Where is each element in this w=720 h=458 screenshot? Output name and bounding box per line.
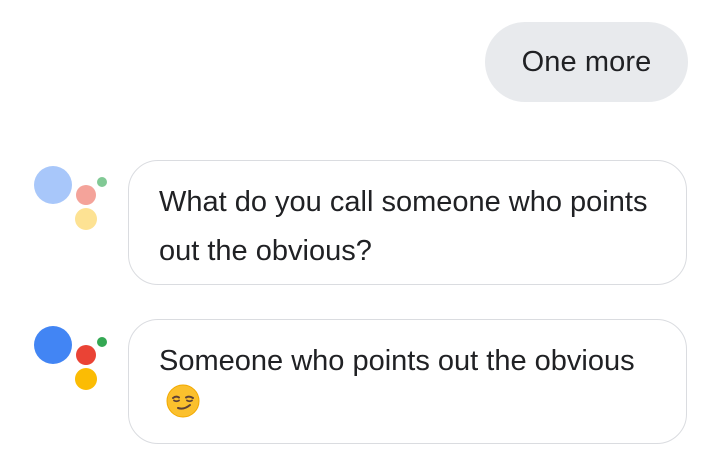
assistant-blue-dot — [34, 326, 72, 364]
assistant-blue-dot — [34, 166, 72, 204]
google-assistant-icon — [28, 160, 108, 240]
assistant-message-text: Someone who points out the obvious — [159, 345, 635, 377]
assistant-red-dot — [76, 185, 96, 205]
assistant-message-bubble: What do you call someone who points out … — [128, 160, 687, 285]
assistant-red-dot — [76, 345, 96, 365]
google-assistant-icon — [28, 320, 108, 400]
user-message-text: One more — [521, 45, 652, 78]
assistant-green-dot — [97, 177, 107, 187]
assistant-yellow-dot — [75, 368, 97, 390]
assistant-message-bubble: Someone who points out the obvious — [128, 319, 687, 444]
user-message-bubble: One more — [485, 22, 688, 102]
assistant-message-text: What do you call someone who points out … — [159, 186, 648, 267]
assistant-yellow-dot — [75, 208, 97, 230]
smirking-face-icon — [165, 383, 201, 435]
assistant-green-dot — [97, 337, 107, 347]
